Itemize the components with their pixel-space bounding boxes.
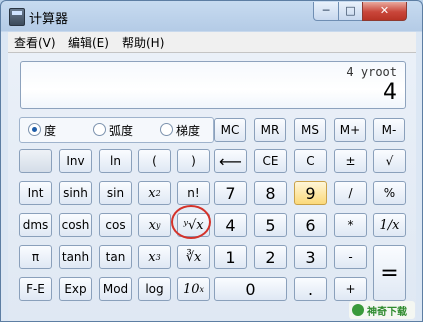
clear-button[interactable]: C [294, 149, 327, 173]
ln-button[interactable]: ln [99, 149, 132, 173]
radio-degrees[interactable]: 度 [28, 122, 56, 139]
cube-button[interactable]: x3 [138, 245, 171, 269]
radio-radians-label: 弧度 [109, 124, 134, 138]
blank-button [19, 149, 52, 173]
rparen-button[interactable]: ) [177, 149, 210, 173]
sqrt-button[interactable]: √ [373, 149, 406, 173]
int-button[interactable]: Int [19, 181, 52, 205]
cos-button[interactable]: cos [99, 213, 132, 237]
percent-button[interactable]: % [373, 181, 406, 205]
menu-edit[interactable]: 编辑(E) [68, 34, 109, 51]
result-display: 4 [383, 80, 397, 105]
digit-1-button[interactable]: 1 [214, 245, 247, 269]
mr-button[interactable]: MR [254, 118, 286, 142]
radio-selected-icon [28, 123, 41, 136]
sin-button[interactable]: sin [99, 181, 132, 205]
title-bar: 计算器 ─ □ ✕ [1, 1, 422, 31]
multiply-button[interactable]: * [334, 213, 367, 237]
ce-button[interactable]: CE [254, 149, 287, 173]
cube-root-button[interactable]: ∛x [177, 245, 210, 269]
square-exponent: 2 [155, 188, 161, 198]
minimize-button[interactable]: ─ [313, 2, 339, 21]
digit-6-button[interactable]: 6 [294, 213, 327, 237]
digit-2-button[interactable]: 2 [254, 245, 287, 269]
yroot-button[interactable]: ʸ√x [177, 213, 210, 237]
ten-power-base: 10 [182, 281, 200, 297]
factorial-button[interactable]: n! [177, 181, 210, 205]
digit-5-button[interactable]: 5 [254, 213, 287, 237]
mplus-button[interactable]: M+ [334, 118, 366, 142]
divide-button[interactable]: / [334, 181, 367, 205]
cube-exponent: 3 [155, 252, 161, 262]
pi-button[interactable]: π [19, 245, 52, 269]
menu-view[interactable]: 查看(V) [14, 34, 56, 51]
equals-button[interactable]: = [373, 245, 406, 301]
plus-minus-button[interactable]: ± [334, 149, 367, 173]
fe-button[interactable]: F-E [19, 277, 52, 301]
digit-0-button[interactable]: 0 [214, 277, 287, 301]
watermark-text: 神奇下载 [367, 306, 407, 318]
digit-7-button[interactable]: 7 [214, 181, 247, 205]
square-button[interactable]: x2 [138, 181, 171, 205]
exp-button[interactable]: Exp [59, 277, 92, 301]
close-button[interactable]: ✕ [362, 2, 407, 21]
radio-icon [160, 123, 173, 136]
expression-display: 4 yroot [346, 65, 397, 79]
backspace-button[interactable]: ⟵ [214, 149, 247, 173]
calculator-app-icon [9, 8, 25, 26]
power-exponent: y [155, 220, 161, 230]
calculator-window: 计算器 ─ □ ✕ 查看(V) 编辑(E) 帮助(H) 4 yroot 4 度 … [0, 0, 423, 322]
radio-icon [93, 123, 106, 136]
power-base: x [148, 217, 156, 233]
cube-base: x [148, 249, 156, 265]
dms-button[interactable]: dms [19, 213, 52, 237]
power-button[interactable]: xy [138, 213, 171, 237]
tanh-button[interactable]: tanh [59, 245, 92, 269]
digit-9-button[interactable]: 9 [294, 181, 327, 205]
watermark-icon [352, 304, 364, 316]
radio-radians[interactable]: 弧度 [93, 122, 133, 139]
radio-gradians-label: 梯度 [176, 124, 201, 138]
ten-power-button[interactable]: 10 x [177, 277, 210, 301]
cosh-button[interactable]: cosh [59, 213, 92, 237]
add-button[interactable]: + [334, 277, 367, 301]
window-title: 计算器 [29, 12, 69, 27]
menu-bar: 查看(V) 编辑(E) 帮助(H) [8, 32, 416, 53]
display: 4 yroot 4 [20, 61, 406, 109]
mminus-button[interactable]: M- [373, 118, 405, 142]
lparen-button[interactable]: ( [138, 149, 171, 173]
digit-8-button[interactable]: 8 [254, 181, 287, 205]
log-button[interactable]: log [138, 277, 171, 301]
sinh-button[interactable]: sinh [59, 181, 92, 205]
reciprocal-button[interactable]: 1/x [373, 213, 406, 237]
mc-button[interactable]: MC [214, 118, 246, 142]
subtract-button[interactable]: - [334, 245, 367, 269]
tan-button[interactable]: tan [99, 245, 132, 269]
mod-button[interactable]: Mod [99, 277, 132, 301]
watermark-logo: 神奇下载 [349, 301, 415, 319]
square-base: x [148, 185, 156, 201]
calculator-panel: 4 yroot 4 度 弧度 梯度 MC MR MS M+ M- Inv ln … [8, 53, 416, 321]
ms-button[interactable]: MS [294, 118, 326, 142]
angle-mode-group: 度 弧度 梯度 [19, 117, 214, 143]
menu-help[interactable]: 帮助(H) [122, 34, 164, 51]
ten-power-exponent: x [199, 284, 205, 294]
digit-3-button[interactable]: 3 [294, 245, 327, 269]
radio-gradians[interactable]: 梯度 [160, 122, 200, 139]
inv-button[interactable]: Inv [59, 149, 92, 173]
decimal-button[interactable]: . [294, 277, 327, 301]
radio-degrees-label: 度 [44, 124, 57, 138]
maximize-button[interactable]: □ [338, 2, 363, 21]
digit-4-button[interactable]: 4 [214, 213, 247, 237]
